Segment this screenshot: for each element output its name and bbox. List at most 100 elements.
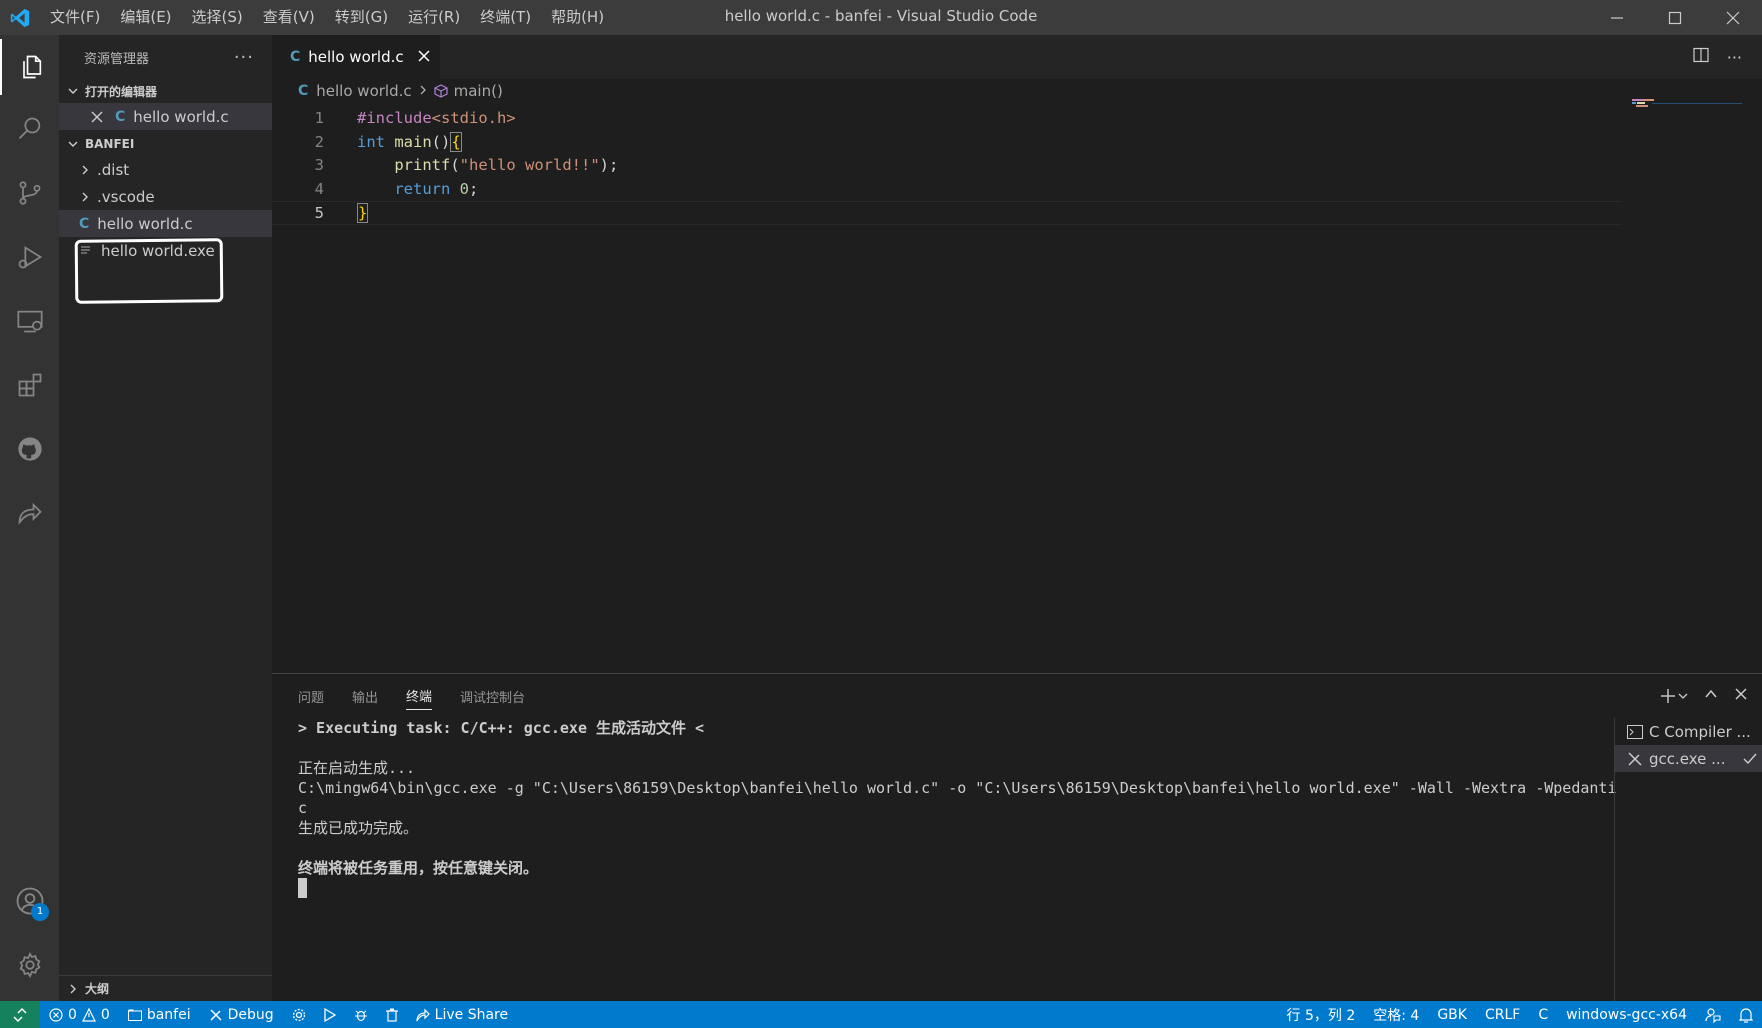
editor-scrollbar[interactable]	[1748, 123, 1762, 673]
tools-icon	[209, 1008, 223, 1022]
token-function: main	[385, 132, 432, 151]
terminal-instance-gcc[interactable]: gcc.exe ...	[1615, 745, 1762, 772]
code-text: #include<stdio.h>	[357, 107, 516, 131]
tree-item-hello-c[interactable]: C hello world.c	[59, 210, 272, 237]
terminal-line: 生成已成功完成。	[298, 819, 419, 837]
tab-label: hello world.c	[308, 48, 404, 66]
terminal-icon	[1627, 724, 1643, 739]
tab-terminal[interactable]: 终端	[406, 686, 433, 710]
close-window-button[interactable]	[1704, 0, 1762, 35]
more-actions-icon[interactable]: ···	[234, 47, 254, 68]
minimap[interactable]	[1632, 95, 1742, 115]
maximize-button[interactable]	[1646, 0, 1704, 35]
breadcrumb: C hello world.c main()	[272, 79, 1762, 103]
line-number: 5	[314, 204, 324, 222]
account-icon[interactable]: 1	[0, 873, 59, 929]
settings-gear-icon[interactable]	[0, 937, 59, 993]
run-debug-icon[interactable]	[0, 229, 59, 285]
c-configuration[interactable]: windows-gcc-x64	[1557, 1001, 1696, 1028]
code-text: }	[357, 202, 369, 226]
line-ending[interactable]: CRLF	[1476, 1001, 1529, 1028]
code-line: 3 printf("hello world!!");	[272, 154, 1622, 178]
indentation[interactable]: 空格: 4	[1364, 1001, 1428, 1028]
maximize-panel-icon[interactable]	[1704, 687, 1718, 705]
menu-terminal[interactable]: 终端(T)	[470, 0, 541, 35]
open-editor-label: hello world.c	[133, 107, 229, 126]
menu-selection[interactable]: 选择(S)	[182, 0, 253, 35]
breadcrumb-file[interactable]: hello world.c	[316, 82, 411, 100]
tree-item-label: hello world.c	[97, 214, 193, 233]
terminal-output[interactable]: > Executing task: C/C++: gcc.exe 生成活动文件 …	[298, 718, 1618, 903]
menu-view[interactable]: 查看(V)	[253, 0, 325, 35]
minimize-button[interactable]	[1588, 0, 1646, 35]
tab-debug-console[interactable]: 调试控制台	[460, 687, 525, 706]
extensions-icon[interactable]	[0, 357, 59, 413]
close-panel-icon[interactable]	[1734, 687, 1748, 705]
outline-section[interactable]: 大纲	[59, 975, 272, 1001]
code-text: printf("hello world!!");	[357, 154, 618, 178]
code-text: return 0;	[357, 178, 478, 202]
github-icon[interactable]	[0, 421, 59, 477]
editor-actions: ···	[1693, 35, 1742, 79]
c-file-icon: C	[298, 83, 309, 99]
debug-bug-icon[interactable]	[345, 1001, 377, 1028]
build-settings-icon[interactable]	[283, 1001, 315, 1028]
close-editor-icon[interactable]	[91, 111, 103, 123]
trash-icon[interactable]	[377, 1001, 407, 1028]
close-tab-icon[interactable]	[418, 48, 430, 66]
problems-status[interactable]: 0 0	[40, 1001, 119, 1028]
vscode-logo-icon[interactable]	[0, 0, 40, 35]
token-keyword: return	[394, 179, 451, 198]
menu-file[interactable]: 文件(F)	[40, 0, 110, 35]
terminal-instance-label: gcc.exe ...	[1649, 749, 1726, 768]
tools-icon	[1627, 751, 1643, 767]
open-editors-section[interactable]: 打开的编辑器	[59, 79, 272, 103]
language-mode[interactable]: C	[1529, 1001, 1557, 1028]
breadcrumb-symbol[interactable]: main()	[454, 82, 503, 100]
split-editor-icon[interactable]	[1693, 47, 1709, 67]
tree-item-dist[interactable]: .dist	[59, 156, 272, 183]
encoding[interactable]: GBK	[1428, 1001, 1476, 1028]
source-control-icon[interactable]	[0, 165, 59, 221]
feedback-icon[interactable]	[1696, 1001, 1730, 1028]
tab-hello-world-c[interactable]: C hello world.c	[272, 35, 440, 79]
terminal-line: > Executing task: C/C++: gcc.exe 生成活动文件 …	[298, 719, 705, 737]
live-share-status[interactable]: Live Share	[407, 1001, 517, 1028]
menu-edit[interactable]: 编辑(E)	[110, 0, 181, 35]
warning-count: 0	[100, 1006, 110, 1023]
terminal-line: 终端将被任务重用，按任意键关闭。	[298, 859, 539, 877]
notifications-bell-icon[interactable]	[1730, 1001, 1762, 1028]
title-bar: 文件(F) 编辑(E) 选择(S) 查看(V) 转到(G) 运行(R) 终端(T…	[0, 0, 1762, 35]
tab-problems[interactable]: 问题	[298, 687, 324, 706]
menu-help[interactable]: 帮助(H)	[541, 0, 614, 35]
status-right: 行 5，列 2 空格: 4 GBK CRLF C windows-gcc-x64	[1278, 1001, 1762, 1028]
folder-section[interactable]: BANFEI	[59, 132, 272, 156]
menu-go[interactable]: 转到(G)	[325, 0, 398, 35]
open-editor-item[interactable]: C hello world.c	[59, 103, 272, 130]
remote-indicator-icon[interactable]	[0, 1001, 40, 1028]
more-actions-icon[interactable]: ···	[1727, 48, 1742, 67]
c-file-icon: C	[115, 108, 126, 125]
new-terminal-icon[interactable]	[1660, 688, 1688, 704]
token-string: "hello world!!"	[459, 156, 600, 174]
cursor-position[interactable]: 行 5，列 2	[1278, 1001, 1365, 1028]
line-number: 1	[314, 109, 324, 127]
menu-bar: 文件(F) 编辑(E) 选择(S) 查看(V) 转到(G) 运行(R) 终端(T…	[40, 0, 614, 35]
tree-item-vscode[interactable]: .vscode	[59, 183, 272, 210]
folder-title: BANFEI	[85, 137, 135, 151]
live-share-icon[interactable]	[0, 485, 59, 541]
debug-status[interactable]: Debug	[200, 1001, 283, 1028]
remote-explorer-icon[interactable]	[0, 293, 59, 349]
chevron-right-icon	[418, 82, 428, 100]
search-icon[interactable]	[0, 101, 59, 157]
folder-status[interactable]: banfei	[119, 1001, 200, 1028]
menu-run[interactable]: 运行(R)	[398, 0, 470, 35]
c-file-icon: C	[79, 215, 90, 232]
terminal-instance-compiler[interactable]: C Compiler ...	[1615, 718, 1762, 745]
run-icon[interactable]	[315, 1001, 345, 1028]
bottom-panel: 问题 输出 终端 调试控制台 > Executing task: C/C++: …	[272, 673, 1762, 1002]
code-editor[interactable]: 1 #include<stdio.h> 2 int main(){ 3 prin…	[272, 107, 1622, 225]
files-icon[interactable]	[0, 39, 59, 95]
tab-output[interactable]: 输出	[352, 687, 378, 706]
